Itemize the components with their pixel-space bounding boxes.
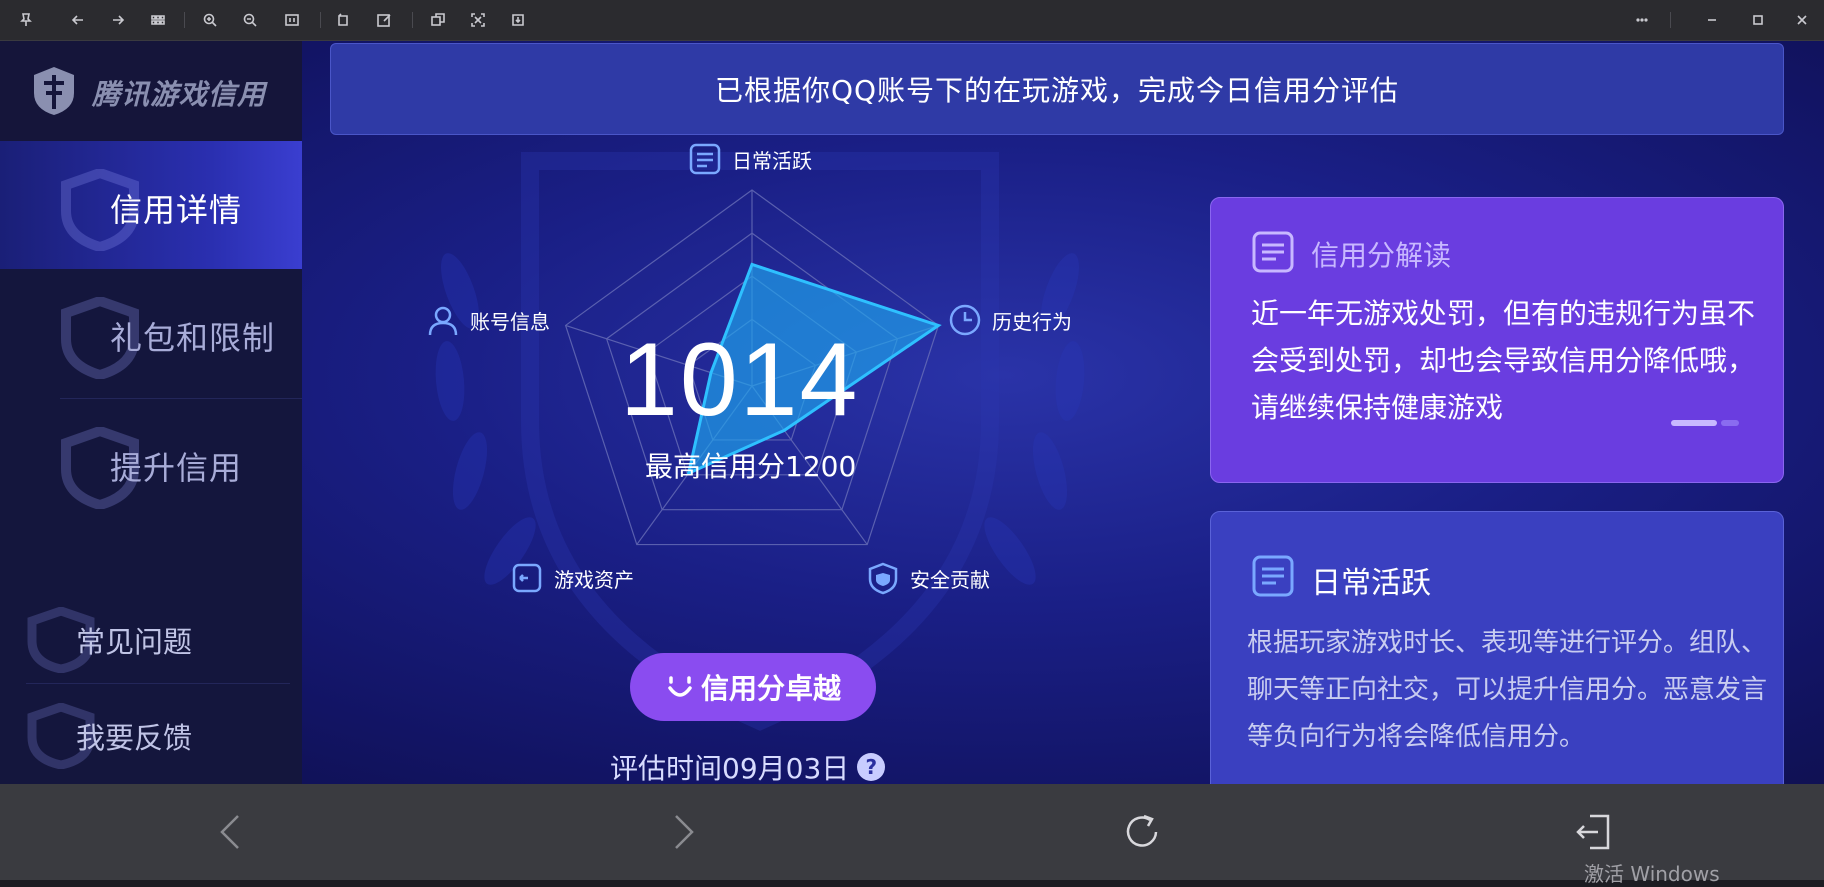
rotate-icon[interactable]: [332, 8, 356, 32]
forward-arrow-icon[interactable]: [106, 8, 130, 32]
viewer-toolbar: [0, 0, 1824, 41]
sidebar-item-label: 我要反馈: [76, 721, 193, 755]
sidebar-item-feedback[interactable]: 我要反馈: [0, 689, 302, 779]
brand-header: 腾讯游戏信用: [0, 41, 302, 141]
close-icon[interactable]: [1790, 8, 1814, 32]
document-icon: [689, 143, 721, 175]
maximize-icon[interactable]: [1746, 8, 1770, 32]
pin-icon[interactable]: [14, 8, 38, 32]
brand-logo-icon: [34, 67, 74, 115]
evaluation-banner: 已根据你QQ账号下的在玩游戏，完成今日信用分评估: [330, 43, 1784, 135]
axis-label-text: 游戏资产: [554, 567, 634, 592]
exit-icon[interactable]: [1568, 806, 1620, 858]
zoom-out-icon[interactable]: [238, 8, 262, 32]
daily-activity-card: 日常活跃 根据玩家游戏时长、表现等进行评分。组队、聊天等正向社交，可以提升信用分…: [1210, 511, 1784, 784]
card-title: 日常活跃: [1311, 566, 1431, 601]
back-arrow-icon[interactable]: [66, 8, 90, 32]
radar-axis-daily-activity[interactable]: 日常活跃: [688, 142, 812, 176]
windows-activation-watermark: 激活 Windows: [1584, 862, 1720, 886]
card-title: 信用分解读: [1311, 239, 1452, 272]
sidebar: 腾讯游戏信用 信用详情 礼包和限制 提升信用 常见问题 我要反馈: [0, 41, 302, 784]
more-icon[interactable]: [1630, 8, 1654, 32]
credit-level-badge[interactable]: 信用分卓越: [630, 653, 876, 721]
badge-label: 信用分卓越: [700, 672, 841, 705]
axis-label-text: 历史行为: [992, 309, 1072, 334]
chevron-left-icon[interactable]: [210, 808, 250, 856]
user-icon: [428, 306, 458, 336]
document-icon: [1252, 231, 1294, 273]
brand-title: 腾讯游戏信用: [92, 78, 267, 111]
evaluation-time: 评估时间09月03日 ?: [610, 747, 886, 784]
refresh-icon[interactable]: [1116, 806, 1168, 858]
credit-app: 腾讯游戏信用 信用详情 礼包和限制 提升信用 常见问题 我要反馈 已根据你QQ账…: [0, 41, 1824, 784]
max-credit-score: 最高信用分1200: [645, 450, 857, 483]
sidebar-item-label: 常见问题: [76, 625, 193, 659]
document-icon: [1252, 555, 1294, 597]
fit-icon[interactable]: [280, 8, 304, 32]
sidebar-item-label: 信用详情: [110, 191, 243, 229]
axis-label-text: 安全贡献: [910, 567, 990, 592]
scan-icon[interactable]: [466, 8, 490, 32]
axis-label-text: 账号信息: [470, 309, 550, 334]
copy-icon[interactable]: [426, 8, 450, 32]
edit-icon[interactable]: [372, 8, 396, 32]
radar-axis-history[interactable]: 历史行为: [948, 303, 1072, 337]
credit-score: 1014: [620, 322, 860, 438]
axis-label-text: 日常活跃: [732, 148, 812, 173]
radar-axis-account-info[interactable]: 账号信息: [426, 303, 550, 337]
card-text: 根据玩家游戏时长、表现等进行评分。组队、聊天等正向社交，可以提升信用分。恶意发言…: [1247, 628, 1768, 752]
card-text: 近一年无游戏处罚，但有的违规行为虽不会受到处罚，却也会导致信用分降低哦，请继续保…: [1251, 297, 1756, 424]
radar-axis-security[interactable]: 安全贡献: [866, 561, 990, 595]
sidebar-item-faq[interactable]: 常见问题: [0, 593, 302, 683]
save-icon[interactable]: [506, 8, 530, 32]
chevron-right-icon[interactable]: [664, 808, 704, 856]
zoom-in-icon[interactable]: [198, 8, 222, 32]
smile-icon: [668, 676, 692, 697]
evaluation-time-text: 评估时间09月03日: [610, 752, 850, 784]
bottom-navigation-bar: [0, 784, 1824, 880]
shield-icon: [868, 562, 898, 595]
radar-axis-game-assets[interactable]: 游戏资产: [510, 561, 634, 595]
carousel-pager[interactable]: [1671, 420, 1739, 426]
sidebar-item-improve-credit[interactable]: 提升信用: [0, 399, 302, 527]
wallet-icon: [512, 563, 542, 593]
grid-icon[interactable]: [146, 8, 170, 32]
help-icon[interactable]: ?: [857, 753, 886, 781]
sidebar-item-label: 礼包和限制: [110, 319, 276, 357]
credit-interpretation-card: 信用分解读 近一年无游戏处罚，但有的违规行为虽不会受到处罚，却也会导致信用分降低…: [1210, 197, 1784, 483]
clock-icon: [949, 304, 981, 336]
sidebar-item-gifts-limits[interactable]: 礼包和限制: [0, 269, 302, 397]
sidebar-item-credit-details[interactable]: 信用详情: [0, 141, 302, 269]
minimize-icon[interactable]: [1700, 8, 1724, 32]
sidebar-item-label: 提升信用: [110, 449, 243, 487]
